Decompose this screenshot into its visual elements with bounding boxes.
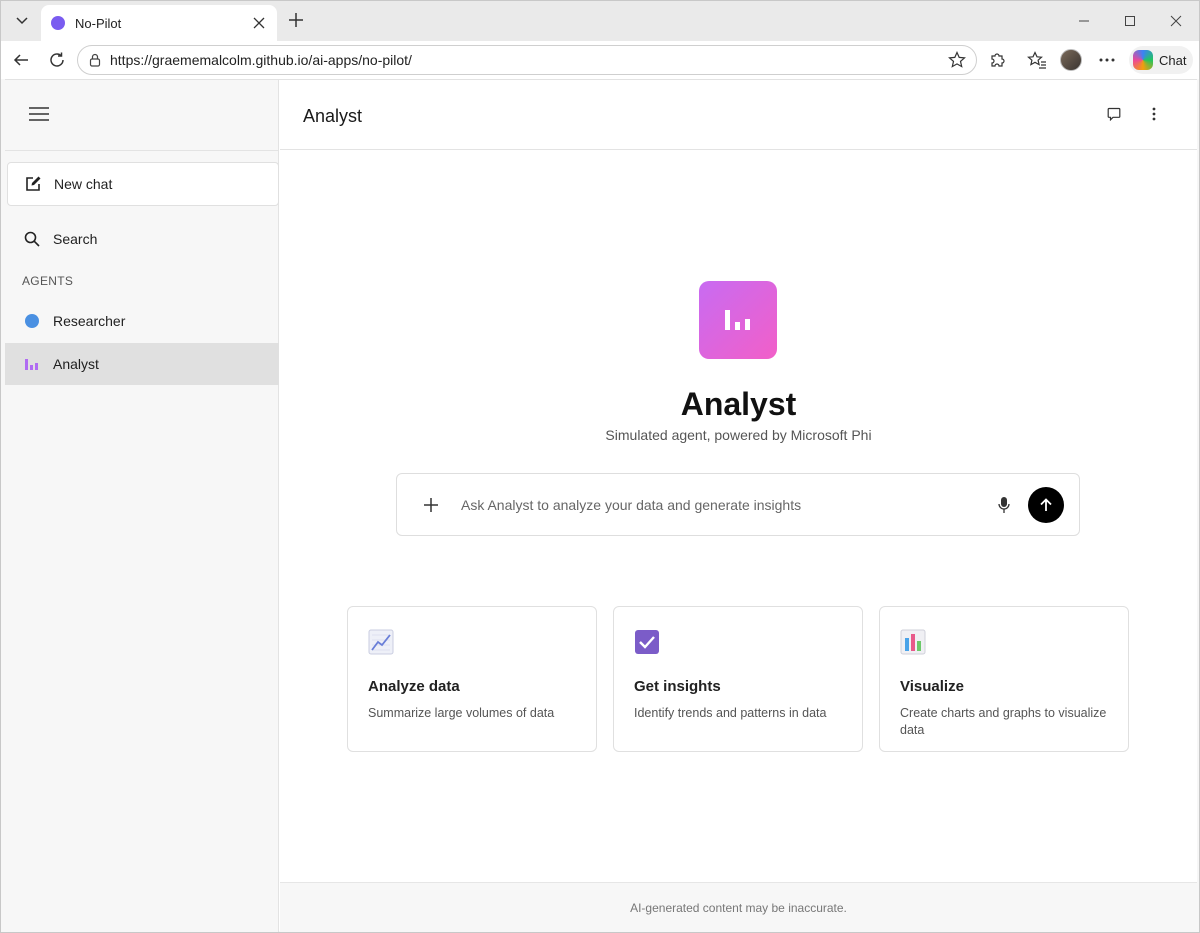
card-title: Analyze data: [368, 678, 460, 695]
browser-window: No-Pilot https://graememalcolm.github.io…: [0, 0, 1200, 933]
more-vertical-icon: [1152, 107, 1156, 121]
disclaimer-text: AI-generated content may be inaccurate.: [630, 900, 847, 915]
puzzle-icon: [991, 53, 1005, 67]
main-header: Analyst: [280, 80, 1197, 150]
search-icon: [23, 230, 41, 248]
new-chat-button[interactable]: New chat: [7, 162, 279, 206]
favicon-icon: [51, 16, 65, 30]
plus-icon: [289, 13, 303, 27]
copilot-label: Chat: [1159, 52, 1187, 68]
agent-logo-icon: [699, 281, 777, 359]
bar-chart-icon: [725, 310, 750, 330]
more-horizontal-icon: [1099, 58, 1115, 62]
arrow-left-icon: [13, 54, 28, 66]
profile-button[interactable]: [1057, 46, 1085, 74]
refresh-button[interactable]: [43, 46, 71, 74]
browser-toolbar: https://graememalcolm.github.io/ai-apps/…: [1, 41, 1199, 79]
analyst-label: Analyst: [53, 356, 99, 372]
sidebar: New chat Search AGENTS Researcher Analys…: [5, 80, 279, 932]
address-bar[interactable]: https://graememalcolm.github.io/ai-apps/…: [77, 45, 977, 75]
tab-close-button[interactable]: [247, 11, 271, 35]
suggestion-cards: Analyze data Summarize large volumes of …: [347, 606, 1129, 752]
plus-icon: [424, 497, 438, 512]
microphone-icon: [998, 496, 1010, 513]
agent-subtitle: Simulated agent, powered by Microsoft Ph…: [605, 427, 872, 443]
tab-strip: No-Pilot: [1, 1, 1199, 41]
chat-composer: [396, 473, 1080, 536]
footer: AI-generated content may be inaccurate.: [280, 882, 1197, 932]
favorite-star-button[interactable]: [944, 47, 970, 73]
maximize-button[interactable]: [1107, 1, 1153, 41]
sidebar-item-search[interactable]: Search: [5, 218, 279, 260]
arrow-up-icon: [1040, 497, 1052, 511]
chat-history-button[interactable]: [1102, 102, 1126, 126]
more-options-button[interactable]: [1142, 102, 1166, 126]
tab-actions-menu-button[interactable]: [9, 7, 35, 33]
extensions-button[interactable]: [983, 46, 1011, 74]
lock-icon: [89, 53, 101, 67]
search-label: Search: [53, 231, 98, 247]
chevron-down-icon: [16, 17, 28, 25]
card-title: Visualize: [900, 678, 964, 695]
sidebar-item-researcher[interactable]: Researcher: [5, 300, 279, 342]
send-button[interactable]: [1028, 486, 1064, 523]
close-icon: [1170, 15, 1182, 27]
back-button[interactable]: [7, 46, 35, 74]
page-title: Analyst: [303, 106, 363, 126]
sidebar-divider: [5, 150, 279, 151]
copilot-icon: [1133, 50, 1153, 70]
card-title: Get insights: [634, 678, 721, 695]
line-chart-icon: [368, 629, 394, 655]
favorites-button[interactable]: [1023, 46, 1051, 74]
card-get-insights[interactable]: Get insights Identify trends and pattern…: [613, 606, 863, 752]
card-description: Summarize large volumes of data: [368, 706, 555, 720]
agent-title: Analyst: [680, 386, 797, 422]
minimize-icon: [1079, 20, 1089, 22]
maximize-icon: [1125, 16, 1135, 26]
bar-chart-icon: [23, 355, 41, 373]
attach-button[interactable]: [415, 489, 447, 521]
refresh-icon: [50, 52, 64, 67]
main-panel: Analyst Analyst Simulated agent, powered…: [280, 80, 1197, 932]
checkbox-icon: [635, 630, 659, 654]
chat-bubble-icon: [1107, 107, 1121, 121]
sidebar-item-analyst[interactable]: Analyst: [5, 343, 279, 385]
more-menu-button[interactable]: [1093, 46, 1121, 74]
bar-chart-icon: [900, 629, 926, 655]
agents-section-label: AGENTS: [22, 274, 74, 288]
blue-dot-icon: [23, 312, 41, 330]
tab-title: No-Pilot: [75, 15, 122, 31]
app-area: New chat Search AGENTS Researcher Analys…: [5, 79, 1197, 932]
copilot-chat-button[interactable]: Chat: [1129, 46, 1193, 74]
minimize-button[interactable]: [1061, 1, 1107, 41]
sidebar-toggle-button[interactable]: [27, 102, 51, 126]
card-description: Create charts and graphs to visualize da…: [900, 706, 1107, 737]
microphone-button[interactable]: [990, 491, 1018, 519]
card-description: Identify trends and patterns in data: [634, 706, 827, 720]
researcher-label: Researcher: [53, 313, 126, 329]
compose-icon: [24, 175, 42, 193]
avatar: [1060, 49, 1082, 71]
hamburger-menu-icon: [29, 107, 49, 121]
star-icon: [948, 51, 966, 68]
favorites-list-icon: [1027, 51, 1046, 69]
close-icon: [253, 17, 265, 29]
new-tab-button[interactable]: [283, 7, 309, 33]
browser-tab[interactable]: No-Pilot: [41, 5, 277, 41]
chat-input[interactable]: [461, 484, 990, 525]
url-text: https://graememalcolm.github.io/ai-apps/…: [110, 52, 412, 68]
card-analyze-data[interactable]: Analyze data Summarize large volumes of …: [347, 606, 597, 752]
window-controls: [1061, 1, 1199, 41]
close-window-button[interactable]: [1153, 1, 1199, 41]
new-chat-label: New chat: [54, 176, 113, 192]
card-visualize[interactable]: Visualize Create charts and graphs to vi…: [879, 606, 1129, 752]
